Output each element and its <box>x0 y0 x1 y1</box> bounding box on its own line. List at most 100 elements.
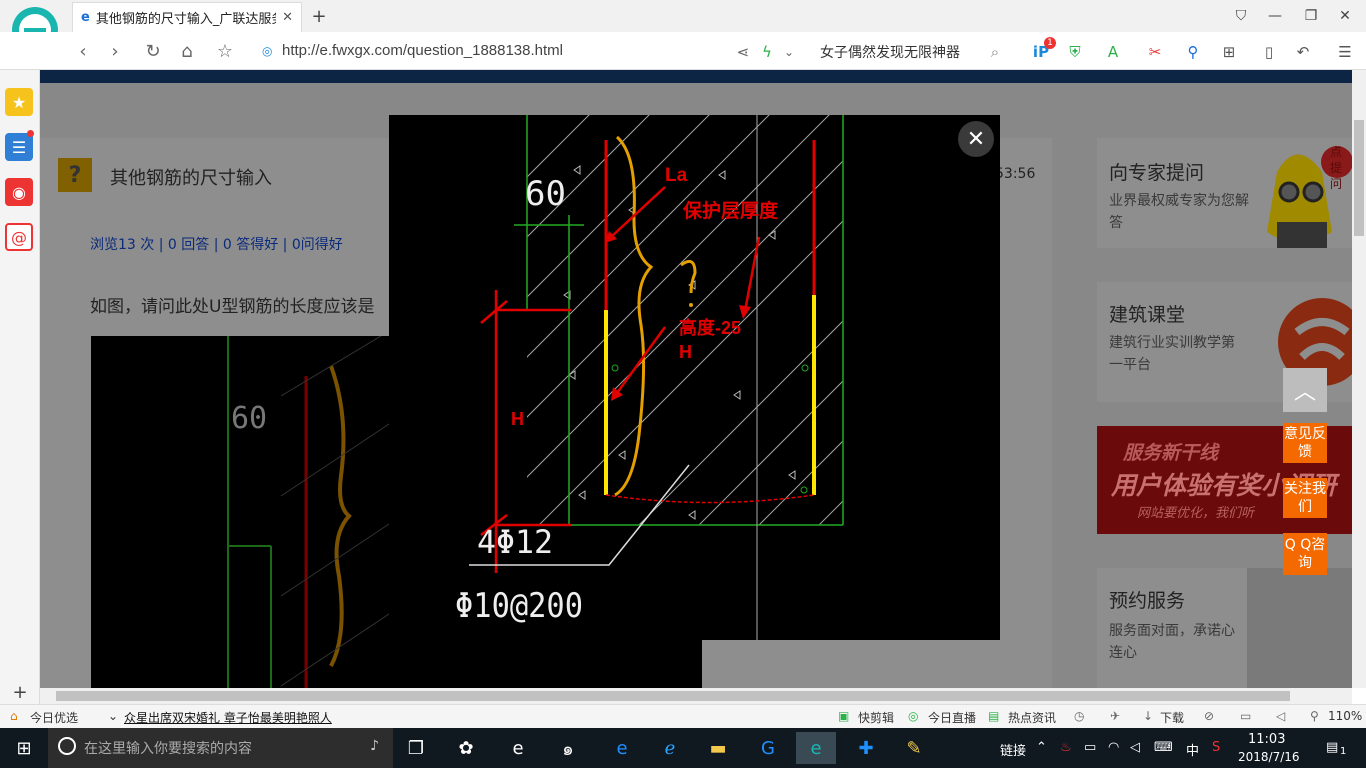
question-stats[interactable]: 浏览13 次 | 0 回答 | 0 答得好 | 0问得好 <box>90 234 343 254</box>
tray-link-label[interactable]: 链接 <box>1000 740 1026 759</box>
apps-grid-icon[interactable]: ⊞ <box>1218 41 1240 63</box>
tablet-icon[interactable]: ▯ <box>1258 41 1280 63</box>
handshake-photo <box>1247 568 1352 688</box>
menu-icon[interactable]: ☰ <box>1334 41 1356 63</box>
chevron-down-icon[interactable]: ⌄ <box>108 709 118 723</box>
favorites-bar-icon[interactable]: ⛉ <box>1228 4 1254 28</box>
quick-clip-button[interactable]: 快剪辑 <box>858 709 894 726</box>
back-button[interactable]: ‹ <box>70 39 96 63</box>
cleanup-icon[interactable]: ⊘ <box>1204 709 1214 723</box>
live-button[interactable]: 今日直播 <box>928 709 976 726</box>
chevron-down-icon[interactable]: ⌄ <box>778 41 800 63</box>
live-icon: ◎ <box>908 709 919 723</box>
horizontal-scrollbar[interactable] <box>40 688 1352 704</box>
tab-title: 其他钢筋的尺寸输入_广联达服务 <box>95 12 277 27</box>
clock-time[interactable]: 11:03 <box>1248 732 1285 747</box>
window-icon[interactable]: ▭ <box>1240 709 1251 723</box>
ask-expert-panel[interactable]: 向专家提问 业界最权威专家为您解答 点提问 <box>1097 138 1352 248</box>
sidebar-add-button[interactable]: + <box>0 680 40 704</box>
new-tab-button[interactable]: + <box>306 4 332 28</box>
favorites-star-icon[interactable]: ★ <box>5 88 33 116</box>
back-to-top-button[interactable]: ︿ <box>1283 368 1327 412</box>
edge-icon[interactable]: e <box>602 732 642 764</box>
bg-dim-label: 60 <box>231 401 267 436</box>
taskbar-search-placeholder: 在这里输入你要搜索的内容 <box>84 741 252 757</box>
task-view-icon[interactable]: ❐ <box>396 732 436 764</box>
file-explorer-icon[interactable]: ▬ <box>698 732 738 764</box>
undo-icon[interactable]: ↶ <box>1292 41 1314 63</box>
question-icon: ? <box>58 158 92 192</box>
volume-icon[interactable]: ◁ <box>1130 740 1140 755</box>
feedback-button[interactable]: 意见反馈 <box>1283 423 1327 463</box>
minimize-button[interactable]: — <box>1262 4 1288 28</box>
news-ticker-link[interactable]: 众星出席双宋婚礼 章子怡最美明艳照人 <box>124 709 332 726</box>
hot-news-button[interactable]: 热点资讯 <box>1008 709 1056 726</box>
banner-line3: 网站要优化，我们听 <box>1137 506 1255 521</box>
microphone-icon[interactable]: ♪ <box>370 738 379 754</box>
vertical-scroll-thumb[interactable] <box>1354 120 1364 236</box>
vertical-scrollbar[interactable] <box>1352 70 1366 688</box>
clock-date[interactable]: 2018/7/16 <box>1238 750 1300 764</box>
favorite-star-button[interactable]: ☆ <box>212 39 238 63</box>
email-icon[interactable]: @ <box>5 223 33 251</box>
notes-app-icon[interactable]: ✎ <box>894 732 934 764</box>
magnifier-tool-icon[interactable]: ⚲ <box>1182 41 1204 63</box>
close-window-button[interactable]: ✕ <box>1332 4 1358 28</box>
site-security-icon: ◎ <box>262 44 273 58</box>
forward-button[interactable]: › <box>102 39 128 63</box>
url-field[interactable]: http://e.fwxgx.com/question_1888138.html <box>282 42 563 59</box>
scissors-icon[interactable]: ✂ <box>1144 41 1166 63</box>
shield-icon[interactable]: ⛨ <box>1064 41 1086 63</box>
spiral-app-icon[interactable]: ๑ <box>548 732 588 764</box>
battery-icon[interactable]: ▭ <box>1084 740 1096 755</box>
dim-60-label: 60 <box>525 174 566 214</box>
lightbox-close-button[interactable]: ✕ <box>958 121 994 157</box>
fan-app-icon[interactable]: ✿ <box>446 732 486 764</box>
g-app-icon[interactable]: G <box>748 732 788 764</box>
teamviewer-icon[interactable]: ✚ <box>846 732 886 764</box>
download-icon: ↓ <box>1143 709 1154 723</box>
course-sub: 建筑行业实训教学第一平台 <box>1109 335 1235 373</box>
action-center-icon[interactable]: ▤ <box>1326 740 1338 755</box>
ask-expert-sub: 业界最权威专家为您解答 <box>1109 193 1249 231</box>
internet-explorer-icon[interactable]: ℯ <box>650 732 690 764</box>
weibo-icon[interactable]: ◉ <box>5 178 33 206</box>
search-input[interactable]: 女子偶然发现无限神器 <box>820 42 960 62</box>
today-picks-link[interactable]: 今日优选 <box>30 709 78 726</box>
windows-start-icon[interactable]: ⊞ <box>4 732 44 764</box>
tray-app-icon[interactable]: ♨ <box>1060 740 1072 755</box>
tab-close-icon[interactable]: ✕ <box>282 10 293 25</box>
pin-icon[interactable]: ✈ <box>1110 709 1120 723</box>
la-label: La <box>665 165 688 186</box>
cortana-icon <box>58 737 76 755</box>
tray-expand-icon[interactable]: ⌃ <box>1036 740 1047 755</box>
translate-icon[interactable]: A <box>1102 41 1124 63</box>
share-icon[interactable]: ⋖ <box>732 41 754 63</box>
image-lightbox[interactable]: 60 La 保护层厚度 高度-25 H H 4Φ12 Φ10@200 <box>389 115 1000 640</box>
ask-expert-title: 向专家提问 <box>1109 162 1205 184</box>
follow-us-button[interactable]: 关注我们 <box>1283 478 1327 518</box>
download-button[interactable]: 下载 <box>1160 709 1184 726</box>
taskbar-search-box[interactable]: 在这里输入你要搜索的内容 ♪ <box>48 728 393 768</box>
restore-button[interactable]: ❐ <box>1298 4 1324 28</box>
browser-sidebar: ★ ☰ ◉ @ <box>0 70 40 704</box>
keyboard-icon[interactable]: ⌨ <box>1154 740 1173 755</box>
accelerate-icon[interactable]: ◷ <box>1074 709 1084 723</box>
search-icon[interactable]: ⌕ <box>984 41 1006 63</box>
home-button[interactable]: ⌂ <box>174 39 200 63</box>
ie-browser-icon[interactable]: e <box>498 732 538 764</box>
mute-icon[interactable]: ◁ <box>1276 709 1285 723</box>
appointment-panel[interactable]: 预约服务 服务面对面，承诺心连心 <box>1097 568 1352 688</box>
zoom-level[interactable]: 110% <box>1328 709 1362 723</box>
active-browser-icon[interactable]: e <box>796 732 836 764</box>
cover-thickness-label: 保护层厚度 <box>682 199 779 222</box>
ime-indicator[interactable]: 中 <box>1186 740 1199 759</box>
reading-list-icon[interactable]: ☰ <box>5 133 33 161</box>
lightning-icon[interactable]: ϟ <box>756 41 778 63</box>
horizontal-scroll-thumb[interactable] <box>56 691 1290 701</box>
browser-tab[interactable]: e 其他钢筋的尺寸输入_广联达服务 ✕ <box>72 2 302 32</box>
sogou-icon[interactable]: S <box>1212 740 1220 755</box>
wifi-icon[interactable]: ◠ <box>1108 740 1119 755</box>
refresh-button[interactable]: ↻ <box>140 39 166 63</box>
qq-consult-button[interactable]: Q Q咨询 <box>1283 533 1327 575</box>
